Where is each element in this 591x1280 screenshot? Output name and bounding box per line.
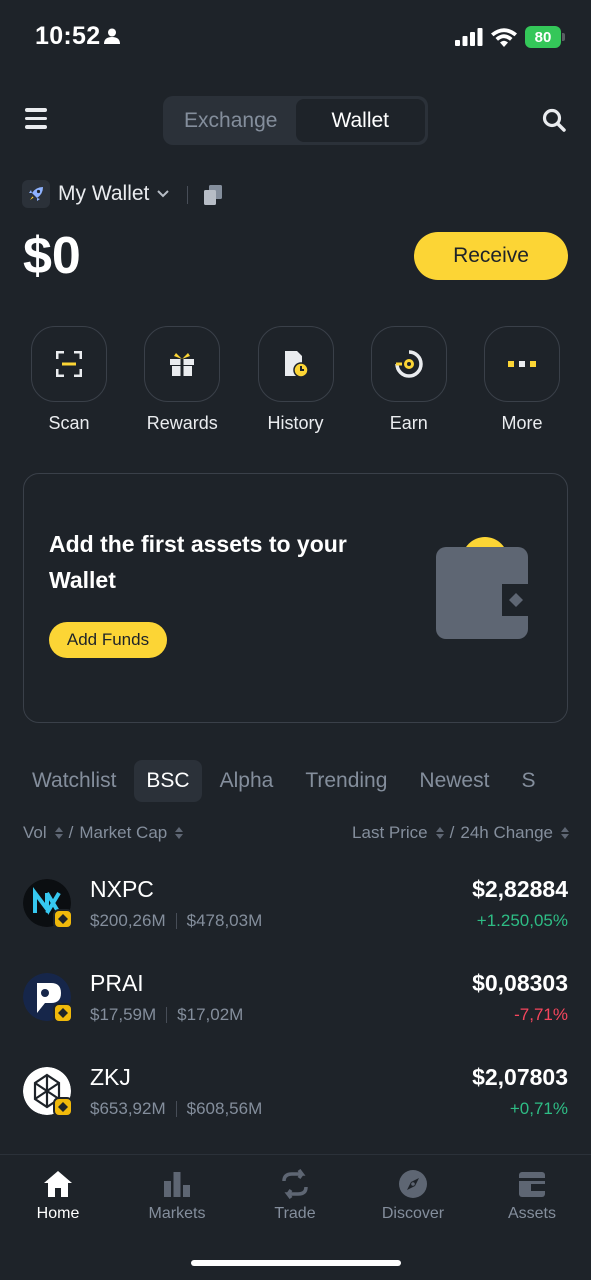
sort-24h-change[interactable]: 24h Change xyxy=(460,823,553,843)
token-symbol: PRAI xyxy=(90,970,144,996)
history-icon xyxy=(257,326,334,402)
sort-icon xyxy=(435,827,444,839)
nav-markets[interactable]: Markets xyxy=(132,1169,222,1223)
sort-market-cap[interactable]: Market Cap xyxy=(79,823,167,843)
bnb-chain-icon xyxy=(53,909,73,929)
action-scan[interactable]: Scan xyxy=(31,326,107,434)
action-label: Rewards xyxy=(146,413,218,433)
token-row[interactable]: PRAI $17,59M $17,02M $0,08303 -7,71% xyxy=(0,970,591,1067)
token-volume-mcap: $200,26M $478,03M xyxy=(90,911,263,930)
nav-label: Assets xyxy=(507,1205,556,1222)
sort-last-price[interactable]: Last Price xyxy=(352,823,428,843)
wallet-selector[interactable]: My Wallet xyxy=(22,180,170,208)
markets-icon xyxy=(164,1172,190,1197)
column-header-right: Last Price / 24h Change xyxy=(352,823,569,843)
column-header-left: Vol / Market Cap xyxy=(23,823,184,843)
tab-watchlist[interactable]: Watchlist xyxy=(18,760,130,802)
token-volume-mcap: $17,59M $17,02M xyxy=(90,1005,244,1024)
tab-bsc[interactable]: BSC xyxy=(134,760,202,802)
token-price: $2,07803 xyxy=(472,1064,568,1090)
action-rewards[interactable]: Rewards xyxy=(144,326,221,434)
exchange-wallet-toggle[interactable]: Exchange Wallet xyxy=(163,96,428,145)
add-assets-card: Add the first assets to your Wallet Add … xyxy=(23,473,568,723)
action-label: Scan xyxy=(48,413,90,433)
wallet-illustration-icon xyxy=(434,536,530,646)
status-indicators: 80 xyxy=(455,26,565,48)
home-indicator xyxy=(191,1260,401,1266)
search-icon[interactable] xyxy=(542,108,566,137)
action-more[interactable]: More xyxy=(484,326,560,434)
token-row[interactable]: NXPC $200,26M $478,03M $2,82884 +1.250,05… xyxy=(0,876,591,973)
home-icon xyxy=(44,1171,72,1197)
token-symbol: ZKJ xyxy=(90,1064,131,1090)
action-history[interactable]: History xyxy=(257,326,334,434)
segment-wallet[interactable]: Wallet xyxy=(295,99,425,142)
assets-icon xyxy=(519,1172,545,1197)
nav-home[interactable]: Home xyxy=(13,1169,103,1223)
action-earn[interactable]: Earn xyxy=(370,326,447,434)
receive-button[interactable]: Receive xyxy=(414,232,568,280)
menu-icon[interactable] xyxy=(25,108,47,130)
action-label: Earn xyxy=(389,413,428,433)
nav-label: Home xyxy=(36,1205,80,1222)
trade-icon xyxy=(282,1169,308,1199)
earn-icon xyxy=(370,326,447,402)
quick-actions: Scan Rewards History Earn More xyxy=(0,326,591,434)
token-volume-mcap: $653,92M $608,56M xyxy=(90,1099,263,1118)
signal-icon xyxy=(455,28,483,46)
promo-title: Add the first assets to your Wallet xyxy=(49,531,347,593)
token-change: +1.250,05% xyxy=(476,911,568,930)
rocket-icon xyxy=(22,180,50,208)
token-price: $2,82884 xyxy=(472,876,568,902)
copy-icon[interactable] xyxy=(204,185,222,210)
market-tabs: Watchlist BSC Alpha Trending Newest S xyxy=(0,760,591,802)
nav-label: Discover xyxy=(381,1205,445,1222)
sort-vol[interactable]: Vol xyxy=(23,823,47,843)
segment-exchange[interactable]: Exchange xyxy=(166,99,296,142)
sort-icon xyxy=(54,827,63,839)
wallet-name: My Wallet xyxy=(58,182,150,205)
chevron-down-icon xyxy=(157,190,170,198)
token-price: $0,08303 xyxy=(472,970,568,996)
divider xyxy=(187,186,188,204)
tab-newest[interactable]: Newest xyxy=(405,760,503,802)
token-change: -7,71% xyxy=(514,1005,568,1024)
more-icon xyxy=(484,326,560,402)
battery-indicator: 80 xyxy=(525,26,565,48)
status-time: 10:52 xyxy=(35,22,101,50)
tab-alpha[interactable]: Alpha xyxy=(206,760,288,802)
action-label: More xyxy=(501,413,543,433)
wallet-balance: $0 xyxy=(23,227,81,285)
sort-icon xyxy=(175,827,184,839)
add-funds-button[interactable]: Add Funds xyxy=(49,622,167,658)
sort-icon xyxy=(561,827,569,839)
wifi-icon xyxy=(491,27,517,47)
tab-trending[interactable]: Trending xyxy=(291,760,401,802)
nav-label: Trade xyxy=(274,1205,316,1222)
gift-icon xyxy=(144,326,221,402)
action-label: History xyxy=(267,413,324,433)
token-change: +0,71% xyxy=(509,1099,568,1118)
nav-discover[interactable]: Discover xyxy=(368,1169,458,1223)
person-icon xyxy=(104,28,120,49)
tab-truncated[interactable]: S xyxy=(507,760,549,802)
scan-icon xyxy=(31,326,107,402)
token-symbol: NXPC xyxy=(90,876,154,902)
bnb-chain-icon xyxy=(53,1003,73,1023)
bnb-chain-icon xyxy=(53,1097,73,1117)
token-row[interactable]: ZKJ $653,92M $608,56M $2,07803 +0,71% xyxy=(0,1064,591,1161)
nav-assets[interactable]: Assets xyxy=(487,1169,577,1223)
discover-icon xyxy=(399,1170,427,1198)
nav-trade[interactable]: Trade xyxy=(250,1169,340,1223)
nav-label: Markets xyxy=(148,1205,206,1222)
